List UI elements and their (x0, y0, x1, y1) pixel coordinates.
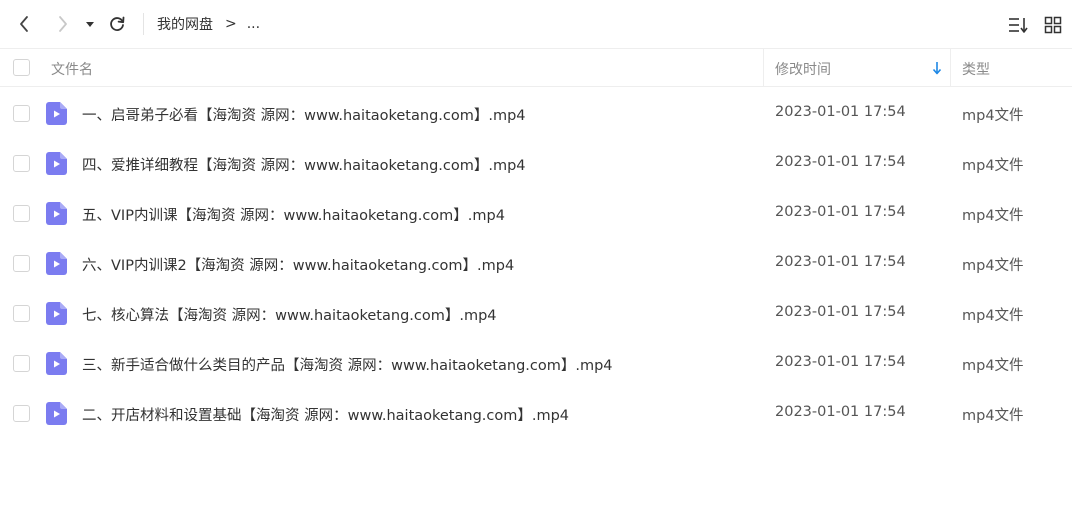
column-header-modified[interactable]: 修改时间 (775, 59, 831, 79)
file-modified-time: 2023-01-01 17:54 (775, 204, 906, 220)
file-type: mp4文件 (962, 358, 1024, 374)
toolbar: 我的网盘 > ... (0, 0, 1072, 48)
file-modified-time: 2023-01-01 17:54 (775, 104, 906, 120)
file-name[interactable]: 一、启哥弟子必看【海淘资 源网：www.haitaoketang.com】.mp… (82, 104, 526, 125)
video-file-icon (46, 202, 67, 225)
video-file-icon (46, 102, 67, 125)
row-checkbox[interactable] (13, 205, 30, 222)
sort-list-icon (1009, 18, 1028, 33)
file-type: mp4文件 (962, 158, 1024, 174)
sort-list-button[interactable] (1006, 13, 1030, 37)
table-row[interactable]: 四、爱推详细教程【海淘资 源网：www.haitaoketang.com】.mp… (0, 138, 1072, 188)
file-type: mp4文件 (962, 208, 1024, 224)
toolbar-divider (143, 13, 144, 35)
file-modified-time: 2023-01-01 17:54 (775, 304, 906, 320)
file-type: mp4文件 (962, 108, 1024, 124)
column-header-type[interactable]: 类型 (962, 59, 990, 79)
table-row[interactable]: 七、核心算法【海淘资 源网：www.haitaoketang.com】.mp4 … (0, 288, 1072, 338)
forward-button[interactable] (52, 12, 74, 36)
sort-descending-icon[interactable] (931, 60, 943, 76)
row-checkbox[interactable] (13, 305, 30, 322)
file-name[interactable]: 七、核心算法【海淘资 源网：www.haitaoketang.com】.mp4 (82, 304, 497, 325)
file-modified-time: 2023-01-01 17:54 (775, 154, 906, 170)
table-row[interactable]: 二、开店材料和设置基础【海淘资 源网：www.haitaoketang.com】… (0, 388, 1072, 438)
table-row[interactable]: 一、启哥弟子必看【海淘资 源网：www.haitaoketang.com】.mp… (0, 88, 1072, 138)
table-header: 文件名 修改时间 类型 (0, 48, 1072, 87)
video-file-icon (46, 152, 67, 175)
table-row[interactable]: 六、VIP内训课2【海淘资 源网：www.haitaoketang.com】.m… (0, 238, 1072, 288)
row-checkbox[interactable] (13, 105, 30, 122)
file-name[interactable]: 四、爱推详细教程【海淘资 源网：www.haitaoketang.com】.mp… (82, 154, 526, 175)
table-row[interactable]: 五、VIP内训课【海淘资 源网：www.haitaoketang.com】.mp… (0, 188, 1072, 238)
file-name[interactable]: 三、新手适合做什么类目的产品【海淘资 源网：www.haitaoketang.c… (82, 354, 613, 375)
breadcrumb-more[interactable]: ... (247, 16, 260, 32)
chevron-right-icon (59, 16, 67, 32)
video-file-icon (46, 402, 67, 425)
video-file-icon (46, 302, 67, 325)
table-row[interactable]: 三、新手适合做什么类目的产品【海淘资 源网：www.haitaoketang.c… (0, 338, 1072, 388)
refresh-icon (110, 16, 125, 31)
column-divider[interactable] (950, 49, 951, 87)
file-type: mp4文件 (962, 258, 1024, 274)
select-all-checkbox[interactable] (13, 59, 30, 76)
row-checkbox[interactable] (13, 355, 30, 372)
chevron-left-icon (20, 16, 28, 32)
breadcrumb-separator: > (225, 16, 237, 32)
file-name[interactable]: 二、开店材料和设置基础【海淘资 源网：www.haitaoketang.com】… (82, 404, 569, 425)
grid-view-icon (1044, 16, 1062, 34)
grid-view-button[interactable] (1041, 13, 1065, 37)
back-button[interactable] (13, 12, 35, 36)
caret-down-icon (86, 22, 94, 27)
history-dropdown-button[interactable] (81, 12, 99, 36)
video-file-icon (46, 352, 67, 375)
refresh-button[interactable] (106, 12, 128, 36)
row-checkbox[interactable] (13, 255, 30, 272)
breadcrumb: 我的网盘 > ... (157, 13, 260, 35)
file-modified-time: 2023-01-01 17:54 (775, 404, 906, 420)
breadcrumb-root[interactable]: 我的网盘 (157, 14, 213, 34)
video-file-icon (46, 252, 67, 275)
file-name[interactable]: 五、VIP内训课【海淘资 源网：www.haitaoketang.com】.mp… (82, 204, 505, 225)
file-modified-time: 2023-01-01 17:54 (775, 254, 906, 270)
file-type: mp4文件 (962, 408, 1024, 424)
row-checkbox[interactable] (13, 155, 30, 172)
column-divider[interactable] (763, 49, 764, 87)
file-modified-time: 2023-01-01 17:54 (775, 354, 906, 370)
file-name[interactable]: 六、VIP内训课2【海淘资 源网：www.haitaoketang.com】.m… (82, 254, 514, 275)
row-checkbox[interactable] (13, 405, 30, 422)
column-header-name[interactable]: 文件名 (51, 59, 93, 79)
file-type: mp4文件 (962, 308, 1024, 324)
